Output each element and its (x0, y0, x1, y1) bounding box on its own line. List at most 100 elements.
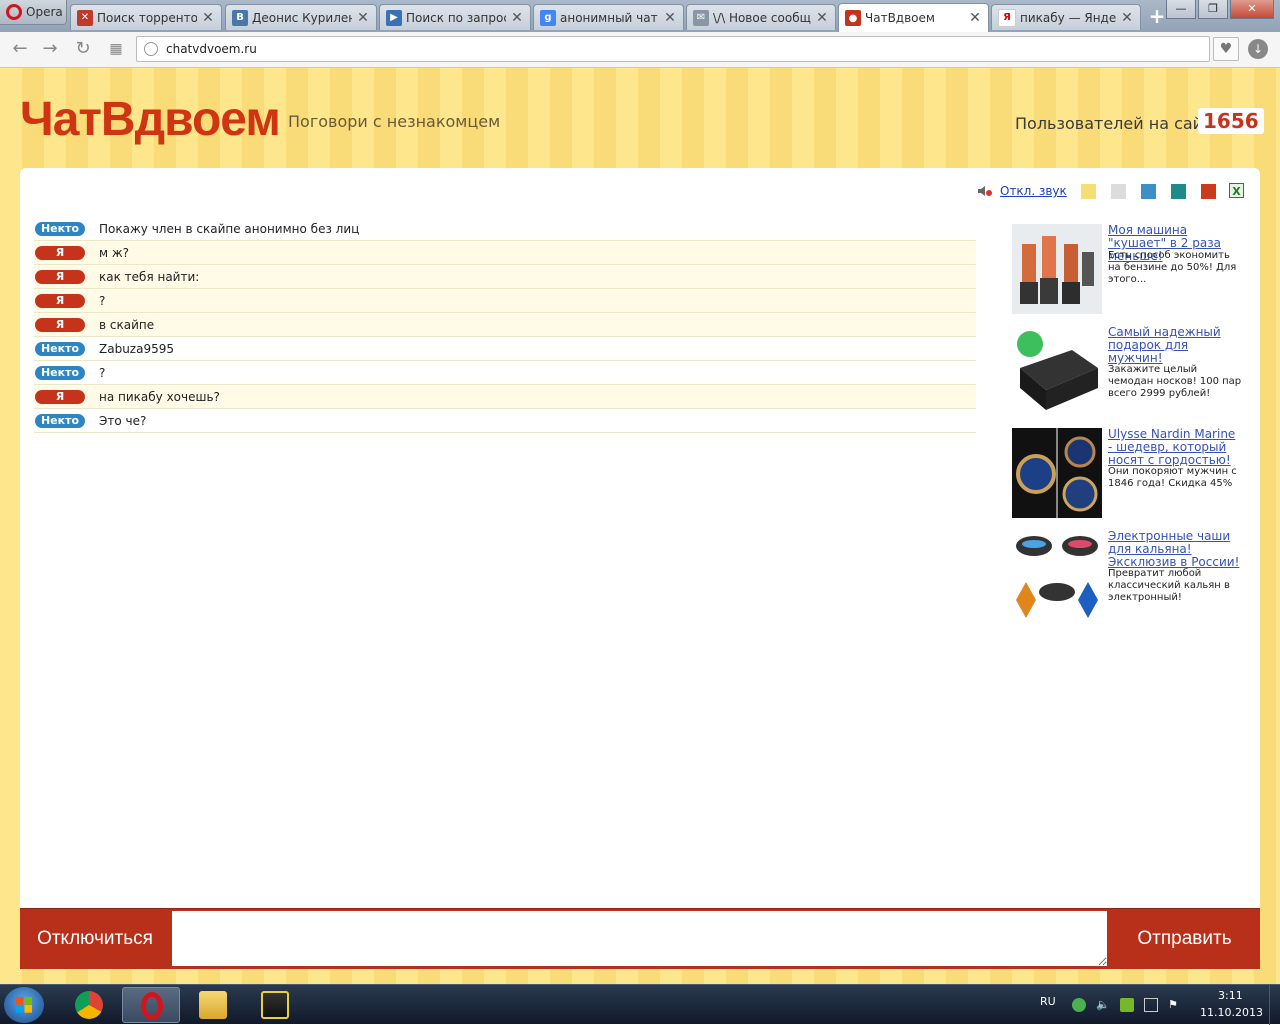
taskbar-explorer[interactable] (184, 987, 242, 1023)
start-button[interactable] (4, 987, 44, 1023)
chat-message: Ям ж? (34, 242, 976, 265)
tab-title: анонимный чат - Google (560, 10, 659, 25)
ad-description: Закажите целый чемодан носков! 100 пар в… (1108, 364, 1242, 399)
message-text: Покажу член в скайпе анонимно без лиц (99, 222, 360, 236)
address-bar[interactable]: chatvdvoem.ru (136, 36, 1210, 62)
clock-time[interactable]: 3:11 (1218, 989, 1243, 1002)
theme-teal-swatch[interactable] (1171, 184, 1186, 199)
browser-tab[interactable]: В Деонис Куриленко ✕ (225, 4, 377, 30)
chat-message: Якак тебя найти: (34, 266, 976, 289)
ad-description: Есть способ экономить на бензине до 50%!… (1108, 250, 1237, 285)
forward-button[interactable]: → (38, 38, 62, 60)
ad-image[interactable] (1012, 428, 1102, 518)
action-center-flag-icon[interactable]: ⚑ (1168, 998, 1182, 1012)
browser-tab[interactable]: ● ЧатВдвоем ✕ (838, 3, 989, 32)
ad-title-link[interactable]: Ulysse Nardin Marine - шедевр, который н… (1108, 428, 1242, 467)
close-tab-icon[interactable]: ✕ (968, 10, 982, 26)
theme-red-swatch[interactable] (1201, 184, 1216, 199)
close-tab-icon[interactable]: ✕ (356, 10, 370, 26)
show-desktop-button[interactable] (1269, 985, 1280, 1025)
taskbar-chrome[interactable] (60, 987, 118, 1023)
clock-date[interactable]: 11.10.2013 (1200, 1006, 1263, 1019)
ad-image[interactable] (1012, 326, 1102, 416)
speaker-icon[interactable] (977, 184, 993, 198)
language-indicator[interactable]: RU (1040, 995, 1056, 1008)
tab-title: \/\ Новое сообщение (713, 10, 811, 25)
site-logo[interactable]: ЧатВдвоем (20, 92, 281, 147)
chat-message: Я? (34, 290, 976, 313)
opera-menu-label: Opera (26, 5, 63, 19)
ad-image[interactable] (1012, 224, 1102, 314)
ad-description: Они покоряют мужчин с 1846 года! Скидка … (1108, 466, 1237, 489)
message-input[interactable] (172, 911, 1107, 966)
browser-tab[interactable]: ✉ \/\ Новое сообщение ✕ (686, 4, 836, 30)
chat-message: Некто Zabuza9595 (34, 338, 976, 361)
clapperboard-icon (261, 991, 289, 1019)
chat-message: Некто Покажу член в скайпе анонимно без л… (34, 218, 976, 241)
download-icon[interactable]: ↓ (1248, 39, 1268, 59)
ads-column: Моя машина "кушает" в 2 раза меньше! Есть… (1012, 224, 1242, 632)
speed-dial-icon[interactable]: ▦ (104, 38, 128, 60)
browser-toolbar: ← → ↻ ▦ chatvdvoem.ru ♥ ↓ (0, 32, 1280, 68)
ad-title-link[interactable]: Электронные чаши для кальяна! Эксклюзив … (1108, 530, 1242, 569)
reload-button[interactable]: ↻ (71, 38, 95, 60)
browser-tab[interactable]: Япикабу — Яндекс ✕ (991, 4, 1141, 30)
author-badge-me: Я (35, 270, 85, 284)
network-icon[interactable] (1144, 998, 1158, 1012)
minimize-button[interactable]: — (1166, 0, 1196, 19)
site-info-icon[interactable] (144, 42, 158, 56)
browser-tab-strip: Opera ✕ Поиск торрентов ✕ В Деонис Куриленко… (0, 0, 1280, 32)
theme-blue-swatch[interactable] (1141, 184, 1156, 199)
theme-yellow-swatch[interactable] (1081, 184, 1096, 199)
close-tab-icon[interactable]: ✕ (815, 10, 829, 26)
torrent-icon: ✕ (77, 9, 93, 26)
message-text: в скайпе (99, 318, 155, 332)
chat-message: Некто? (34, 362, 976, 385)
author-badge-stranger: Некто (35, 366, 85, 380)
chat-message: Яна пикабу хочешь? (34, 386, 976, 409)
nvidia-icon[interactable] (1120, 998, 1134, 1012)
ad-block: Ulysse Nardin Marine - шедевр, который н… (1012, 428, 1242, 530)
chat-log: Некто Покажу член в скайпе анонимно без л… (34, 218, 976, 434)
ad-title-link[interactable]: Самый надежный подарок для мужчин! (1108, 326, 1242, 365)
maximize-button[interactable]: ❐ (1198, 0, 1228, 19)
message-text: Zabuza9595 (99, 342, 174, 356)
send-button[interactable]: Отправить (1109, 909, 1260, 969)
tab-title: ЧатВдвоем (865, 11, 935, 25)
close-tab-icon[interactable]: ✕ (1120, 10, 1134, 26)
author-badge-me: Я (35, 246, 85, 260)
close-tab-icon[interactable]: ✕ (201, 10, 215, 26)
window-controls: — ❐ ✕ (1164, 0, 1274, 19)
export-excel-icon[interactable]: X (1229, 183, 1244, 198)
disconnect-button[interactable]: Отключиться (20, 909, 170, 969)
author-badge-me: Я (35, 294, 85, 308)
opera-menu-button[interactable]: Opera (0, 0, 67, 25)
browser-tab[interactable]: ▶ Поиск по запросу ✕ (379, 4, 531, 30)
folder-icon (199, 991, 227, 1019)
close-tab-icon[interactable]: ✕ (510, 10, 524, 26)
page-content: ЧатВдвоем Поговори с незнакомцем Пользов… (0, 68, 1280, 984)
taskbar-media[interactable] (246, 987, 304, 1023)
chat-message: Некто Это че? (34, 410, 976, 433)
browser-tab[interactable]: g анонимный чат - Google ✕ (533, 4, 684, 30)
ad-description: Превратит любой классический кальян в эл… (1108, 568, 1230, 603)
volume-icon[interactable]: 🔈 (1096, 998, 1110, 1012)
ad-block: Электронные чаши для кальяна! Эксклюзив … (1012, 530, 1242, 632)
ad-block: Моя машина "кушает" в 2 раза меньше! Есть… (1012, 224, 1242, 326)
back-button[interactable]: ← (8, 38, 32, 60)
mute-sound-link[interactable]: Откл. звук (1000, 184, 1067, 198)
browser-tab[interactable]: ✕ Поиск торрентов ✕ (70, 4, 222, 30)
ad-image[interactable] (1012, 530, 1102, 620)
tab-title: пикабу — Яндекс (1020, 10, 1116, 25)
bookmark-heart-icon[interactable]: ♥ (1213, 37, 1239, 61)
chat-bubble-icon: ● (845, 10, 861, 26)
close-tab-icon[interactable]: ✕ (663, 10, 677, 26)
author-badge-stranger: Некто (35, 222, 85, 236)
theme-gray-swatch[interactable] (1111, 184, 1126, 199)
utorrent-tray-icon[interactable] (1072, 998, 1086, 1012)
taskbar-opera[interactable] (122, 987, 180, 1023)
system-tray: RU 🔈 ⚑ 3:11 11.10.2013 (1030, 985, 1280, 1025)
author-badge-me: Я (35, 318, 85, 332)
close-window-button[interactable]: ✕ (1230, 0, 1274, 19)
author-badge-me: Я (35, 390, 85, 404)
